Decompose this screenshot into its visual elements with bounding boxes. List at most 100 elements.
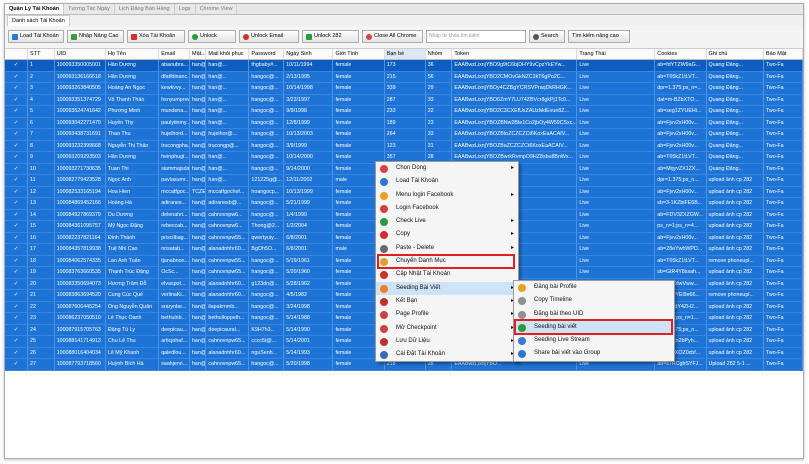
unlock-button[interactable]: Unlock: [188, 30, 236, 43]
row-checkbox[interactable]: ✓: [5, 186, 29, 198]
tab-daily-interaction[interactable]: Tương Tác Ngày: [64, 4, 115, 14]
row-checkbox[interactable]: ✓: [5, 174, 29, 187]
context-menu-item[interactable]: Seeding Bài Viết▸: [376, 281, 518, 295]
row-checkbox[interactable]: ✓: [5, 243, 29, 256]
row-checkbox[interactable]: ✓: [5, 335, 29, 348]
column-header[interactable]: Giới Tính: [332, 49, 385, 60]
row-checkbox[interactable]: ✓: [5, 117, 29, 129]
import-advanced-button[interactable]: Nhập Nâng Cao: [67, 30, 124, 43]
column-header[interactable]: Bảo Mật: [763, 49, 803, 60]
row-checkbox[interactable]: ✓: [5, 312, 29, 325]
column-header[interactable]: Password: [248, 49, 285, 60]
submenu-item[interactable]: Seeding Live Stream: [514, 334, 674, 347]
column-header[interactable]: Cookies: [654, 49, 707, 60]
row-checkbox[interactable]: ✓: [5, 163, 29, 175]
row-checkbox[interactable]: ✓: [5, 209, 29, 221]
row-checkbox[interactable]: ✓: [5, 255, 29, 267]
context-menu-item[interactable]: Load Tài Khoản: [376, 175, 518, 188]
row-checkbox[interactable]: ✓: [5, 105, 29, 118]
table-row[interactable]: ✓ 2 100093136166618 Hân Dương dfatfdinanc...…: [5, 71, 803, 83]
subtab-account-list[interactable]: Danh sách Tài Khoản: [7, 15, 70, 26]
table-cell: Quang Đăng...: [706, 105, 764, 118]
context-menu-item[interactable]: Chọn Dòng ▸: [376, 162, 518, 175]
context-menu-item[interactable]: Menu login Facebook ▸: [376, 189, 518, 202]
column-header[interactable]: UID: [54, 49, 106, 60]
table-cell: upload ảnh cp 282: [706, 220, 764, 233]
table-row[interactable]: ✓4100093351374729Võ Thanh Thảohsnyumprew…: [5, 94, 803, 106]
row-checkbox[interactable]: ✓: [5, 220, 29, 233]
context-menu-item[interactable]: Cập Nhật Tài Khoản: [376, 268, 518, 281]
column-header[interactable]: Họ Tên: [105, 49, 160, 60]
row-checkbox[interactable]: ✓: [5, 82, 29, 95]
table-row[interactable]: ✓ 5 100093524741642 Phương Minh mundena... ha…: [5, 105, 803, 118]
context-menu-item[interactable]: Lưu Dữ Liệu▸: [376, 335, 518, 348]
row-checkbox[interactable]: ✓: [5, 151, 29, 164]
tab-sales-schedule[interactable]: Lịch Đăng Bán Hàng: [115, 4, 175, 14]
table-row[interactable]: ✓ 3 100093263840505 Hoàng An Ngọc kewkvvy...…: [5, 82, 803, 95]
table-cell: 100088016404034: [54, 347, 106, 359]
table-cell: hangoc@...: [248, 289, 285, 302]
table-cell: upload ảnh cp 282: [706, 232, 764, 244]
row-checkbox[interactable]: ✓: [5, 324, 29, 336]
context-menu-item[interactable]: Kết Bạn▸: [376, 295, 518, 308]
row-checkbox[interactable]: ✓: [5, 289, 29, 302]
close-all-chrome-button[interactable]: Close All Chrome: [362, 30, 423, 43]
row-checkbox[interactable]: ✓: [5, 128, 29, 141]
column-header[interactable]: Email: [158, 49, 190, 60]
table-cell: 27: [27, 358, 55, 371]
tab-account-management[interactable]: Quản Lý Tài Khoản: [5, 4, 65, 14]
table-cell: Upload 282 5-1 ...: [706, 358, 764, 371]
column-header[interactable]: Mật...: [189, 49, 207, 60]
column-header[interactable]: Bạn bè: [384, 49, 426, 60]
table-row[interactable]: ✓ 7 100093438731691 Thao Thu hujelhord... han…: [5, 128, 803, 141]
column-header[interactable]: Mail khôi phục: [205, 49, 250, 60]
row-checkbox[interactable]: ✓: [5, 278, 29, 290]
row-checkbox[interactable]: ✓: [5, 232, 29, 244]
column-header[interactable]: Token: [451, 49, 578, 60]
table-cell: 7: [27, 128, 55, 141]
table-row[interactable]: ✓ 1 100093350005001 Hân Dương abaoubra... han…: [5, 59, 803, 72]
context-menu-item[interactable]: Page Profile▸: [376, 308, 518, 321]
table-row[interactable]: ✓ 6 100093042271470 Huyền Thy paulytinmy... h…: [5, 117, 803, 129]
search-button[interactable]: Search: [529, 30, 565, 43]
context-menu-item[interactable]: Check Live ▸: [376, 215, 518, 228]
row-checkbox[interactable]: ✓: [5, 59, 29, 72]
context-menu-item[interactable]: Login Facebook: [376, 202, 518, 215]
table-cell: 19: [27, 266, 55, 279]
context-menu-item[interactable]: Mở Checkpoint▸: [376, 322, 518, 335]
column-header[interactable]: [5, 49, 29, 60]
column-header[interactable]: Nhóm: [425, 49, 453, 60]
column-header[interactable]: Ngày Sinh: [283, 49, 334, 60]
column-header[interactable]: STT: [27, 49, 55, 60]
column-header[interactable]: Trạng Thái: [576, 49, 656, 60]
search-input[interactable]: Nhập từ khóa tìm kiếm: [426, 30, 526, 43]
tab-chrome-view[interactable]: Chrome View: [196, 4, 238, 14]
delete-account-button[interactable]: Xóa Tài Khoản: [127, 30, 185, 43]
row-checkbox[interactable]: ✓: [5, 358, 29, 371]
table-cell: g123dn@...: [248, 278, 285, 290]
table-cell: Quang Đăng...: [706, 151, 764, 164]
column-header[interactable]: Ghi chú: [706, 49, 764, 60]
table-cell: Thong@2...: [248, 220, 285, 233]
row-checkbox[interactable]: ✓: [5, 71, 29, 83]
row-checkbox[interactable]: ✓: [5, 301, 29, 313]
load-account-button[interactable]: Load Tài Khoản: [8, 30, 64, 43]
table-cell: Đặng Tú Ly: [105, 324, 160, 336]
advanced-search-button[interactable]: Tìm kiếm nâng cao: [568, 30, 630, 43]
table-row[interactable]: ✓ 8 100093232399668 Nguyễn Thị Thảo trucongp…: [5, 140, 803, 152]
submenu-item[interactable]: Copy Timeline: [514, 294, 674, 307]
row-checkbox[interactable]: ✓: [5, 347, 29, 359]
context-menu-item[interactable]: Cài Đặt Tài Khoản▸: [376, 348, 518, 361]
row-checkbox[interactable]: ✓: [5, 140, 29, 152]
table-cell: 11: [27, 174, 55, 187]
submenu-item[interactable]: Share bài viết vào Group: [514, 347, 674, 360]
row-checkbox[interactable]: ✓: [5, 197, 29, 210]
row-checkbox[interactable]: ✓: [5, 266, 29, 279]
table-cell: Two-Fa: [763, 71, 803, 83]
submenu-item[interactable]: Đăng bài Profile: [514, 281, 674, 294]
row-checkbox[interactable]: ✓: [5, 94, 29, 106]
tab-logs[interactable]: Logs: [175, 4, 196, 14]
context-menu-item[interactable]: Copy ▸: [376, 228, 518, 241]
unlock-email-button[interactable]: Unlock Email: [239, 30, 299, 43]
unlock-282-button[interactable]: Unlock 282: [302, 30, 359, 43]
